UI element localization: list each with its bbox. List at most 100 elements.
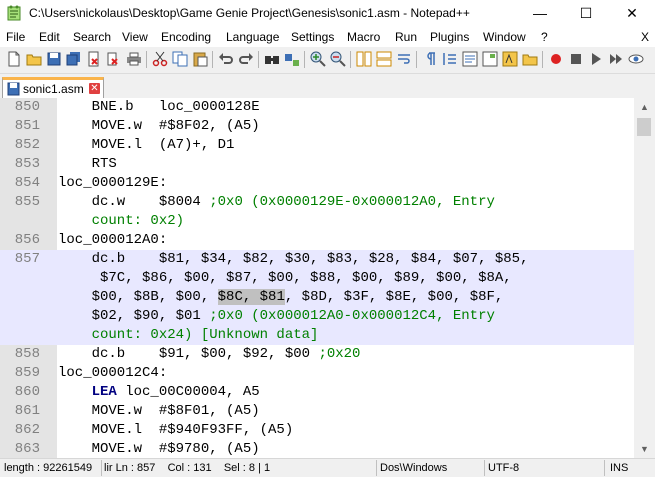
menu-edit[interactable]: Edit [39,30,60,44]
status-bar: length : 92261549 lir Ln : 857 Col : 131… [0,458,655,477]
toolbar-separator [258,51,259,68]
code-line[interactable]: $00, $8B, $00, $8C, $81, $8D, $3F, $8E, … [0,288,634,307]
replace-icon[interactable] [284,51,300,67]
undo-icon[interactable] [218,51,234,67]
code-text: loc_000012C4: [58,365,168,381]
sync-vertical-icon[interactable] [356,51,372,67]
save-all-icon[interactable] [66,51,82,67]
save-icon[interactable] [46,51,62,67]
code-text: MOVE.w #$9780, (A5) [58,441,260,457]
code-line[interactable]: count: 0x24) [Unknown data] [0,326,634,345]
zoom-out-icon[interactable] [330,51,346,67]
menu-settings[interactable]: Settings [291,30,334,44]
code-line[interactable]: 851 MOVE.w #$8F02, (A5) [0,117,634,136]
line-text: count: 0x24) [Unknown data] [58,326,319,345]
indent-guide-icon[interactable] [442,51,458,67]
code-line[interactable]: 850 BNE.b loc_0000128E [0,98,634,117]
status-position: lir Ln : 857 Col : 131 Sel : 8 | 1 [104,462,271,474]
play-macro-icon[interactable] [588,51,604,67]
code-line[interactable]: 857 dc.b $81, $34, $82, $30, $83, $28, $… [0,250,634,269]
code-line[interactable]: count: 0x2) [0,212,634,231]
doc-map-icon[interactable] [482,51,498,67]
save-macro-icon[interactable] [628,51,644,67]
line-text: MOVE.w #$8F02, (A5) [58,117,260,136]
menu-macro[interactable]: Macro [347,30,380,44]
find-icon[interactable] [264,51,280,67]
status-separator [101,460,102,476]
user-language-icon[interactable] [462,51,478,67]
paste-icon[interactable] [192,51,208,67]
function-list-icon[interactable] [502,51,518,67]
code-line[interactable]: 858 dc.b $91, $00, $92, $00 ;0x20 [0,345,634,364]
code-line[interactable]: 855 dc.w $8004 ;0x0 (0x0000129E-0x000012… [0,193,634,212]
menu-window[interactable]: Window [483,30,526,44]
print-icon[interactable] [126,51,142,67]
line-text: loc_0000129E: [58,174,167,193]
code-line[interactable]: 860 LEA loc_00C00004, A5 [0,383,634,402]
new-file-icon[interactable] [6,51,22,67]
code-line[interactable]: 854 loc_0000129E: [0,174,634,193]
close-file-icon[interactable] [86,51,102,67]
stop-macro-icon[interactable] [568,51,584,67]
code-editor[interactable]: 850 BNE.b loc_0000128E 851 MOVE.w #$8F02,… [0,98,634,458]
zoom-in-icon[interactable] [310,51,326,67]
code-line[interactable]: 856 loc_000012A0: [0,231,634,250]
code-line[interactable]: 853 RTS [0,155,634,174]
menu-plugins[interactable]: Plugins [430,30,469,44]
code-line[interactable]: 859 loc_000012C4: [0,364,634,383]
scroll-down-icon[interactable]: ▼ [634,440,655,458]
line-number: 862 [14,422,40,438]
scroll-up-icon[interactable]: ▲ [634,98,655,116]
line-text: $02, $90, $01 ;0x0 (0x000012A0-0x000012C… [58,307,495,326]
line-text: dc.b $91, $00, $92, $00 ;0x20 [58,345,361,364]
code-line[interactable]: 862 MOVE.l #$940F93FF, (A5) [0,421,634,440]
close-button[interactable]: ✕ [609,0,655,27]
code-line[interactable]: $7C, $86, $00, $87, $00, $88, $00, $89, … [0,269,634,288]
line-text: MOVE.l (A7)+, D1 [58,136,235,155]
minimize-button[interactable]: — [517,0,563,27]
code-line[interactable]: 852 MOVE.l (A7)+, D1 [0,136,634,155]
vertical-scrollbar[interactable]: ▲ ▼ [634,98,655,458]
code-line[interactable]: 863 MOVE.w #$9780, (A5) [0,440,634,458]
menu-run[interactable]: Run [395,30,417,44]
line-text: MOVE.w #$8F01, (A5) [58,402,260,421]
record-macro-icon[interactable] [548,51,564,67]
all-characters-icon[interactable] [422,51,438,67]
redo-icon[interactable] [238,51,254,67]
line-number: 855 [14,194,40,210]
line-text: BNE.b loc_0000128E [58,98,260,117]
run-macro-multiple-icon[interactable] [608,51,624,67]
menu-encoding[interactable]: Encoding [161,30,211,44]
close-document-button[interactable]: X [641,30,649,44]
tab-sonic1-asm[interactable]: sonic1.asm ✕ [2,77,104,98]
code-line[interactable]: $02, $90, $01 ;0x0 (0x000012A0-0x000012C… [0,307,634,326]
line-text: MOVE.l #$940F93FF, (A5) [58,421,294,440]
line-text: $7C, $86, $00, $87, $00, $88, $00, $89, … [58,269,512,288]
maximize-button[interactable]: ☐ [563,0,609,27]
folder-workspace-icon[interactable] [522,51,538,67]
menu-language[interactable]: Language [226,30,279,44]
line-number: 859 [14,365,40,381]
menu-file[interactable]: File [6,30,25,44]
line-number: 853 [14,156,40,172]
copy-icon[interactable] [172,51,188,67]
line-number: 860 [14,384,40,400]
line-number: 863 [14,441,40,457]
menu-help[interactable]: ? [541,30,548,44]
menu-search[interactable]: Search [73,30,111,44]
word-wrap-icon[interactable] [396,51,412,67]
open-file-icon[interactable] [26,51,42,67]
status-encoding: UTF-8 [488,462,520,474]
code-line[interactable]: 861 MOVE.w #$8F01, (A5) [0,402,634,421]
line-number: 856 [14,232,40,248]
cut-icon[interactable] [152,51,168,67]
close-all-icon[interactable] [106,51,122,67]
line-text: count: 0x2) [58,212,184,231]
line-number: 861 [14,403,40,419]
scrollbar-thumb[interactable] [637,118,651,136]
tab-close-icon[interactable]: ✕ [89,83,100,94]
code-text: $00, $8B, $00, [58,289,218,305]
line-text: loc_000012C4: [58,364,167,383]
sync-horizontal-icon[interactable] [376,51,392,67]
menu-view[interactable]: View [122,30,148,44]
